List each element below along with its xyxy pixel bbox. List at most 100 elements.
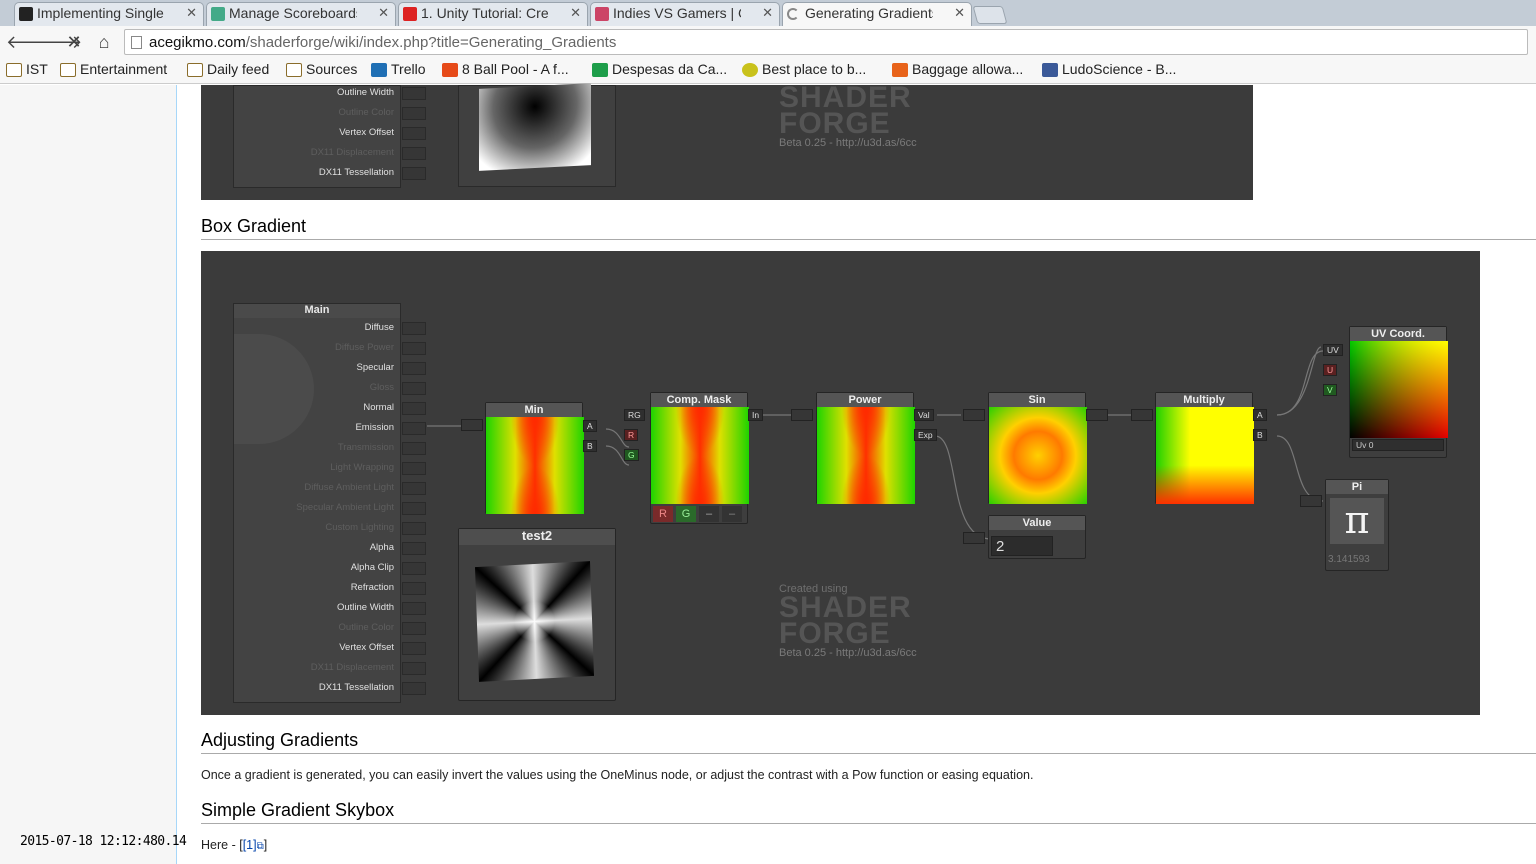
tab-0[interactable]: Implementing Single ✕ <box>14 2 204 26</box>
shaderforge-watermark: Created using SHADER FORGE Beta 0.25 - h… <box>779 583 917 659</box>
power-node[interactable]: Power <box>816 392 915 504</box>
input-pin[interactable] <box>402 422 426 435</box>
tab-2[interactable]: 1. Unity Tutorial: Crea ✕ <box>398 2 588 26</box>
channel-r-button[interactable]: R <box>653 506 673 522</box>
input-pin[interactable] <box>402 502 426 515</box>
node-title: Value <box>989 516 1085 530</box>
input-pin[interactable] <box>402 622 426 635</box>
tab-4[interactable]: Generating Gradients ✕ <box>782 2 972 26</box>
input-pin-a[interactable]: A <box>583 420 597 432</box>
channel-g-button[interactable]: G <box>676 506 696 522</box>
input-pin[interactable] <box>402 482 426 495</box>
input-pin[interactable] <box>402 602 426 615</box>
input-pin[interactable] <box>402 522 426 535</box>
external-link[interactable]: [1] <box>243 838 257 852</box>
input-pin[interactable] <box>402 107 426 120</box>
row-label: Outline Color <box>338 107 394 118</box>
value-output-pin[interactable] <box>963 532 985 544</box>
channel-a-button[interactable]: – <box>722 506 742 522</box>
main-row: Outline Color <box>204 618 426 638</box>
input-pin[interactable] <box>402 642 426 655</box>
comp-mask-node[interactable]: Comp. Mask R G – – <box>650 392 749 524</box>
input-pin[interactable] <box>402 442 426 455</box>
multiply-output-pin[interactable] <box>1131 409 1153 421</box>
node-preview <box>651 407 749 504</box>
uv-channel-select[interactable]: Uv 0 <box>1352 439 1444 451</box>
new-tab-button[interactable] <box>972 6 1008 24</box>
input-pin[interactable] <box>402 682 426 695</box>
bookmark-despesas[interactable]: Despesas da Ca... <box>592 61 727 77</box>
input-pin[interactable] <box>402 127 426 140</box>
bookmark-best-place[interactable]: Best place to b... <box>742 61 866 77</box>
close-icon[interactable]: ✕ <box>954 5 965 21</box>
output-pin-g[interactable]: G <box>624 449 639 461</box>
input-pin[interactable] <box>402 342 426 355</box>
pi-node[interactable]: Pi π 3.141593 <box>1325 479 1389 571</box>
uv-coord-node[interactable]: UV Coord. Uv 0 <box>1349 326 1448 458</box>
output-pin-u[interactable]: U <box>1323 364 1338 376</box>
min-output-pin[interactable] <box>461 419 483 431</box>
power-output-pin[interactable] <box>791 409 813 421</box>
bookmark-trello[interactable]: Trello <box>371 61 426 77</box>
input-pin[interactable] <box>402 362 426 375</box>
input-pin[interactable] <box>402 662 426 675</box>
output-pin-v[interactable]: V <box>1323 384 1337 396</box>
input-pin[interactable] <box>402 382 426 395</box>
input-pin-b[interactable]: B <box>1253 429 1267 441</box>
main-row: Alpha <box>204 538 426 558</box>
main-row: Light Wrapping <box>204 458 426 478</box>
node-title: Min <box>486 403 582 417</box>
home-icon[interactable]: ⌂ <box>92 30 116 54</box>
sin-output-pin[interactable] <box>963 409 985 421</box>
input-pin[interactable] <box>402 582 426 595</box>
bookmark-ludoscience[interactable]: LudoScience - B... <box>1042 61 1176 77</box>
back-icon[interactable]: 🡐 <box>6 30 54 54</box>
bookmark-entertainment[interactable]: Entertainment <box>60 61 167 77</box>
input-pin[interactable] <box>402 322 426 335</box>
min-node[interactable]: Min <box>485 402 584 514</box>
input-pin-val[interactable]: Val <box>914 409 934 421</box>
close-icon[interactable]: ✕ <box>378 5 389 21</box>
bookmark-baggage[interactable]: Baggage allowa... <box>892 61 1023 77</box>
test2-preview-node[interactable]: test2 <box>458 528 616 701</box>
logo-text: FORGE <box>779 617 891 650</box>
input-pin[interactable] <box>402 147 426 160</box>
tab-3[interactable]: Indies VS Gamers | G ✕ <box>590 2 780 26</box>
input-pin[interactable] <box>402 542 426 555</box>
value-input[interactable]: 2 <box>991 536 1053 556</box>
bookmark-8-ball-pool[interactable]: 8 Ball Pool - A f... <box>442 61 569 77</box>
input-pin-in[interactable]: In <box>748 409 764 421</box>
output-pin-rg[interactable]: RG <box>624 409 645 421</box>
forward-icon[interactable]: 🡒 <box>34 30 82 54</box>
input-pin-exp[interactable]: Exp <box>914 429 937 441</box>
input-pin-a[interactable]: A <box>1253 409 1267 421</box>
bookmark-ist[interactable]: IST <box>6 61 48 77</box>
sin-input-pin[interactable] <box>1086 409 1108 421</box>
close-icon[interactable]: ✕ <box>570 5 581 21</box>
tab-1[interactable]: Manage Scoreboards ✕ <box>206 2 396 26</box>
address-bar[interactable]: acegikmo.com/shaderforge/wiki/index.php?… <box>124 29 1528 55</box>
input-pin[interactable] <box>402 462 426 475</box>
bookmark-daily-feed[interactable]: Daily feed <box>187 61 269 77</box>
input-pin[interactable] <box>402 87 426 100</box>
bookmark-sources[interactable]: Sources <box>286 61 357 77</box>
input-pin-b[interactable]: B <box>583 440 597 452</box>
row-label: DX11 Displacement <box>310 662 394 673</box>
input-pin[interactable] <box>402 167 426 180</box>
stop-icon[interactable]: ✕ <box>62 30 86 54</box>
folder-icon <box>187 63 203 77</box>
input-pin[interactable] <box>402 562 426 575</box>
pi-output-pin[interactable] <box>1300 495 1322 507</box>
tab-title: Implementing Single <box>37 5 164 21</box>
channel-b-button[interactable]: – <box>699 506 719 522</box>
close-icon[interactable]: ✕ <box>186 5 197 21</box>
main-node[interactable]: Main Diffuse Diffuse Power Specular Glos… <box>233 303 426 703</box>
sin-node[interactable]: Sin <box>988 392 1087 504</box>
multiply-node[interactable]: Multiply <box>1155 392 1254 504</box>
indies-icon <box>595 7 609 21</box>
output-pin-uv[interactable]: UV <box>1323 344 1343 356</box>
value-node[interactable]: Value 2 <box>988 515 1086 559</box>
input-pin[interactable] <box>402 402 426 415</box>
close-icon[interactable]: ✕ <box>762 5 773 21</box>
output-pin-r[interactable]: R <box>624 429 639 441</box>
